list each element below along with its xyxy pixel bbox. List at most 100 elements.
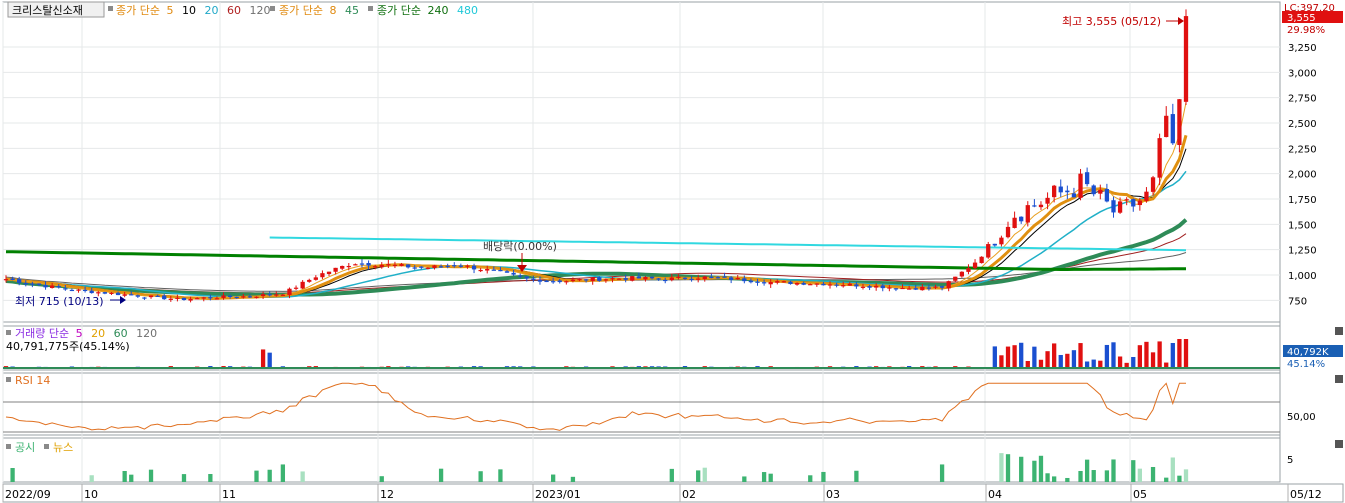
volume-bar — [992, 346, 997, 369]
candle-body — [531, 278, 536, 280]
news-legend-disclosure[interactable]: 공시 — [15, 441, 35, 454]
candle-body — [412, 267, 417, 269]
candle-body — [353, 264, 358, 266]
candle-body — [570, 279, 576, 282]
news-bar — [1005, 454, 1011, 482]
price-ma-legend-2[interactable]: 종가 단순 8 45 — [279, 4, 359, 17]
news-bar — [478, 471, 483, 482]
rsi-legend[interactable]: RSI 14 — [15, 374, 50, 387]
candle-body — [307, 279, 312, 282]
candle-body — [524, 276, 529, 279]
candle-body — [1104, 189, 1110, 202]
candle-body — [346, 265, 351, 268]
candle-body — [56, 285, 61, 288]
news-bar — [808, 475, 813, 482]
candle-body — [96, 292, 101, 294]
candle-body — [458, 265, 464, 267]
rsi-pane-close-icon[interactable] — [1335, 375, 1343, 383]
volume-bar — [1058, 354, 1063, 369]
news-bar — [669, 468, 674, 482]
news-bar — [1032, 460, 1037, 482]
x-tick-label: 2022/09 — [5, 488, 51, 501]
volume-bar — [1032, 346, 1037, 369]
price-ma-legend-3[interactable]: 종가 단순 240 480 — [377, 4, 478, 17]
news-bar — [1150, 466, 1156, 482]
x-tick-label: 2023/01 — [535, 488, 581, 501]
news-bar — [300, 471, 305, 482]
candle-body — [287, 288, 292, 295]
candle-body — [1038, 204, 1044, 208]
x-tick-label: 10 — [84, 488, 98, 501]
candle-body — [438, 266, 444, 268]
candle-body — [992, 243, 997, 246]
news-tick-5: 5 — [1287, 455, 1293, 466]
news-bar — [1038, 455, 1044, 482]
candle-body — [142, 297, 147, 299]
volume-bar — [267, 352, 272, 369]
candle-body — [735, 278, 740, 280]
candle-body — [590, 277, 595, 282]
candle-body — [419, 266, 424, 268]
news-bar — [379, 476, 384, 482]
rsi-pane[interactable] — [2, 372, 1281, 436]
volume-bar — [1137, 345, 1142, 369]
candle-body — [69, 289, 75, 292]
candle-body — [926, 287, 932, 289]
volume-bar — [1019, 342, 1024, 369]
y-tick-label: 2,250 — [1288, 144, 1317, 155]
x-tick-label: 02 — [682, 488, 696, 501]
volume-current: 40,791,775주(45.14%) — [6, 340, 130, 353]
candle-body — [313, 277, 318, 280]
candle-body — [867, 286, 872, 288]
candle-body — [129, 294, 134, 296]
candle-body — [794, 282, 800, 285]
x-tick-label: 04 — [988, 488, 1002, 501]
volume-legend[interactable]: 거래량 단순 5 20 60 120 — [15, 327, 157, 340]
candle-body — [168, 298, 173, 300]
x-tick-label: 05 — [1133, 488, 1147, 501]
candle-body — [709, 276, 714, 279]
candle-body — [808, 284, 813, 286]
volume-pane-close-icon[interactable] — [1335, 327, 1343, 335]
news-bar — [254, 470, 259, 482]
candle-body — [1131, 199, 1136, 207]
candle-body — [841, 285, 846, 287]
candle-body — [23, 283, 28, 285]
x-tick-label: 11 — [222, 488, 236, 501]
volume-bar — [1071, 350, 1077, 369]
candle-body — [274, 294, 279, 296]
candle-body — [583, 279, 589, 281]
candle-body — [966, 268, 971, 272]
candle-body — [1111, 200, 1116, 213]
candle-body — [254, 296, 259, 298]
candle-body — [326, 271, 332, 274]
candle-body — [511, 272, 516, 275]
news-bar — [1170, 457, 1175, 482]
news-bar — [267, 469, 272, 482]
candle-body — [1124, 199, 1129, 201]
candle-body — [702, 276, 707, 280]
news-bar — [768, 473, 773, 482]
y-tick-label: 2,500 — [1288, 119, 1317, 130]
candle-body — [544, 280, 549, 283]
candle-body — [1058, 186, 1063, 193]
y-tick-label: 1,500 — [1288, 220, 1317, 231]
volume-value-label: 40,792K — [1287, 347, 1329, 358]
candle-body — [1164, 115, 1169, 138]
volume-bar — [1157, 341, 1162, 369]
candle-body — [379, 264, 384, 268]
candle-body — [115, 292, 121, 296]
candle-body — [63, 288, 68, 290]
news-pane-close-icon[interactable] — [1335, 440, 1343, 448]
news-bar — [89, 475, 94, 482]
stock-chart[interactable]: 750 1,000 1,250 1,500 1,750 2,000 2,250 2,500 2,… — [0, 0, 1345, 503]
news-bar — [438, 468, 444, 482]
candle-body — [1177, 99, 1182, 146]
candle-body — [860, 286, 866, 288]
candle-body — [893, 288, 899, 290]
news-legend-news[interactable]: 뉴스 — [53, 441, 73, 454]
candle-body — [920, 286, 925, 291]
candle-body — [1071, 193, 1077, 198]
y-tick-label: 1,000 — [1288, 271, 1317, 282]
candle-body — [320, 273, 325, 278]
